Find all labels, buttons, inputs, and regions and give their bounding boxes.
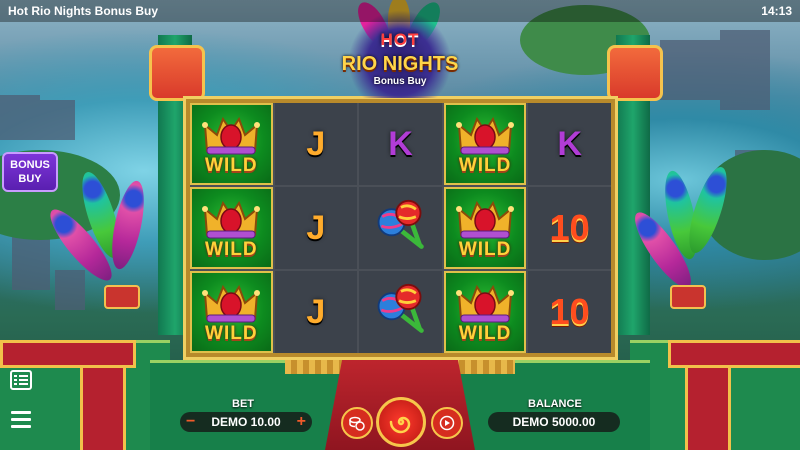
right-pillar-cap [607, 45, 663, 101]
wild-symbol-label: WILD [458, 323, 512, 344]
left-pillar-cap [149, 45, 205, 101]
clock: 14:13 [761, 4, 792, 18]
symbol-j: J [306, 208, 326, 247]
reel-cell: J [274, 103, 358, 185]
wild-symbol-label: WILD [205, 323, 258, 344]
crown-icon [201, 281, 261, 325]
bet-display: − DEMO 10.00 + [180, 412, 312, 432]
wild-symbol-label: WILD [458, 239, 512, 260]
paytable-icon [10, 370, 32, 390]
reel-cell: 10 [528, 187, 611, 269]
reel-cell: WILD [190, 187, 273, 269]
bet-decrease-button[interactable]: − [186, 413, 195, 431]
reel-cell: WILD [190, 271, 273, 353]
bonus-buy-label-1: BONUS [10, 159, 50, 171]
wild-symbol-label: WILD [458, 155, 512, 176]
crown-icon [455, 197, 515, 241]
bet-value: DEMO 10.00 [211, 415, 281, 429]
reel-cell [359, 187, 442, 269]
spin-swirl-icon [389, 416, 411, 434]
logo-rio-nights: RIO NIGHTS [341, 53, 459, 75]
reel-frame: WILD J K WILD K WILD J WILD 10 WILD J WILD 10 [183, 96, 618, 360]
reel-cell: WILD [443, 187, 527, 269]
reel-cell: J [274, 271, 358, 353]
maracas-icon [367, 282, 433, 343]
right-red-stripe [685, 365, 731, 450]
turbo-button[interactable] [431, 407, 463, 439]
paytable-button[interactable] [8, 368, 34, 392]
turbo-play-icon [439, 415, 455, 431]
status-bar: Hot Rio Nights Bonus Buy 14:13 [0, 0, 800, 22]
logo-hot: HOT [380, 30, 420, 49]
crown-icon [201, 197, 261, 241]
bet-label: BET [232, 398, 254, 410]
symbol-k: K [557, 124, 582, 163]
autoplay-coins-icon [349, 416, 365, 431]
symbol-k: K [388, 124, 413, 163]
bet-increase-button[interactable]: + [297, 413, 306, 431]
left-red-stripe [80, 365, 126, 450]
feather-pot [104, 285, 140, 309]
reel-cell: J [274, 187, 358, 269]
symbol-j: J [306, 292, 326, 331]
window-title: Hot Rio Nights Bonus Buy [8, 4, 158, 18]
autoplay-button[interactable] [341, 407, 373, 439]
left-red-panel [0, 340, 136, 368]
symbol-j: J [306, 124, 326, 163]
crown-icon [455, 113, 515, 157]
reel-cell: WILD [190, 103, 273, 185]
reel-cell [359, 271, 442, 353]
crown-icon [201, 113, 261, 157]
spin-button[interactable] [376, 397, 426, 447]
city-building [720, 30, 770, 110]
balance-label: BALANCE [528, 398, 582, 410]
logo-bonus-buy: Bonus Buy [373, 76, 427, 87]
menu-button[interactable] [8, 406, 34, 432]
hamburger-menu-icon [11, 411, 31, 428]
reel-cell: 10 [528, 271, 611, 353]
symbol-10: 10 [549, 207, 590, 248]
feather-pot [670, 285, 706, 309]
crown-icon [455, 281, 515, 325]
reel-cell: WILD [443, 271, 527, 353]
city-building [0, 95, 40, 140]
wild-symbol-label: WILD [205, 155, 258, 176]
reel-cell: WILD [443, 103, 527, 185]
city-building [40, 100, 75, 140]
reel-cell: K [359, 103, 442, 185]
maracas-icon [367, 198, 433, 259]
wild-symbol-label: WILD [205, 239, 258, 260]
bonus-buy-button[interactable]: BONUS BUY [2, 152, 58, 192]
balance-display: DEMO 5000.00 [488, 412, 620, 432]
city-building [660, 40, 720, 100]
balance-value: DEMO 5000.00 [512, 415, 596, 429]
reel-cell: K [528, 103, 611, 185]
right-red-panel [668, 340, 800, 368]
symbol-10: 10 [549, 291, 590, 332]
reel-grid: WILD J K WILD K WILD J WILD 10 WILD J WILD 10 [190, 103, 611, 353]
bonus-buy-label-2: BUY [18, 173, 42, 185]
